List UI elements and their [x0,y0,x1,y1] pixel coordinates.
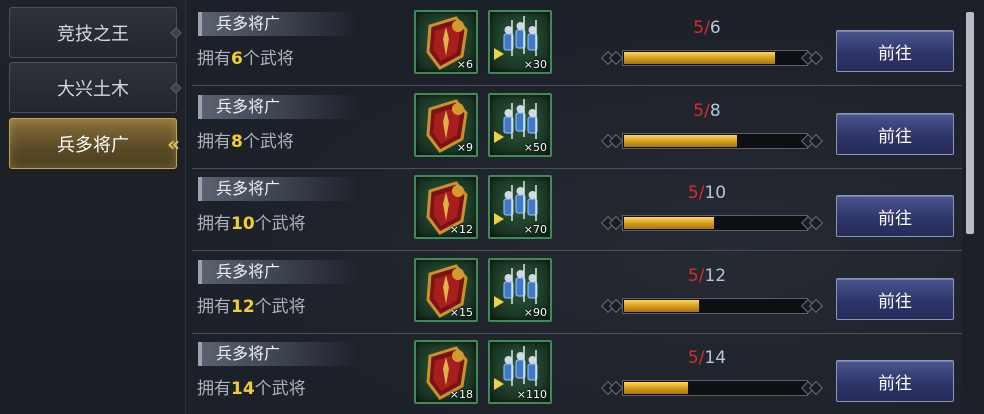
reward-troops-icon[interactable]: ×110 [488,340,552,404]
progress-fill [624,135,737,147]
progress-bar [622,133,808,149]
reward-count: ×15 [449,306,473,319]
reward-shield-icon[interactable]: ×18 [414,340,478,404]
reward-count: ×90 [523,306,547,319]
desc-suffix: 个武将 [254,379,306,399]
task-title: 兵多将广 [198,12,358,36]
progress-fill [624,52,776,64]
diamond-icon [170,81,182,94]
tab-label: 竞技之王 [57,23,129,45]
progress-total: 14 [704,348,727,368]
desc-number: 14 [231,379,255,399]
go-button[interactable]: 前往 [836,30,954,72]
desc-suffix: 个武将 [242,49,294,69]
desc-suffix: 个武将 [254,214,306,234]
desc-suffix: 个武将 [254,297,306,317]
desc-prefix: 拥有 [197,132,231,152]
tab-many-generals[interactable]: 兵多将广 « [9,118,180,169]
task-row: 兵多将广 拥有8个武将 ×9 ×50 5/8 前往 [192,89,962,169]
progress-bar [622,298,808,314]
progress-text: 5/8 [618,101,796,121]
progress-current: 5 [687,183,699,203]
desc-number: 8 [231,132,243,152]
go-button[interactable]: 前往 [836,360,954,402]
progress-current: 5 [687,348,699,368]
reward-shield-icon[interactable]: ×15 [414,258,478,322]
reward-count: ×18 [449,388,473,401]
desc-prefix: 拥有 [197,297,231,317]
tab-construction[interactable]: 大兴土木 [9,62,182,113]
task-row: 兵多将广 拥有12个武将 ×15 ×90 5/12 前往 [192,254,962,334]
reward-troops-icon[interactable]: ×70 [488,175,552,239]
go-button[interactable]: 前往 [836,113,954,155]
progress-total: 8 [709,101,721,121]
task-description: 拥有12个武将 [197,292,306,317]
progress-total: 10 [704,183,727,203]
reward-troops-icon[interactable]: ×90 [488,258,552,322]
progress-bar [622,50,808,66]
task-row: 兵多将广 拥有6个武将 ×6 ×30 5/6 前往 [192,6,962,86]
progress-text: 5/12 [618,266,796,286]
desc-prefix: 拥有 [197,214,231,234]
go-button[interactable]: 前往 [836,195,954,237]
reward-count: ×110 [516,388,547,401]
task-row: 兵多将广 拥有14个武将 ×18 ×110 5/14 前往 [192,336,962,414]
desc-suffix: 个武将 [242,132,294,152]
progress-current: 5 [693,18,705,38]
diamond-icon [170,26,182,39]
desc-number: 10 [231,214,255,234]
desc-number: 6 [231,49,243,69]
desc-prefix: 拥有 [197,49,231,69]
reward-troops-icon[interactable]: ×50 [488,93,552,157]
reward-shield-icon[interactable]: ×12 [414,175,478,239]
task-description: 拥有14个武将 [197,374,306,399]
task-description: 拥有8个武将 [197,127,294,152]
task-description: 拥有6个武将 [197,44,294,69]
reward-shield-icon[interactable]: ×6 [414,10,478,74]
scroll-thumb[interactable] [966,12,974,234]
progress-current: 5 [693,101,705,121]
progress-fill [624,382,688,394]
reward-shield-icon[interactable]: ×9 [414,93,478,157]
reward-count: ×9 [456,141,473,154]
scrollbar[interactable] [962,0,984,414]
progress-current: 5 [687,266,699,286]
reward-count: ×70 [523,223,547,236]
task-row: 兵多将广 拥有10个武将 ×12 ×70 5/10 前往 [192,171,962,251]
go-button[interactable]: 前往 [836,278,954,320]
tab-king-of-arena[interactable]: 竞技之王 [9,7,182,58]
tab-label: 大兴土木 [57,78,129,100]
progress-text: 5/10 [618,183,796,203]
reward-count: ×6 [456,58,473,71]
progress-bar [622,215,808,231]
task-list: 兵多将广 拥有6个武将 ×6 ×30 5/6 前往 兵多将广 拥有8个武将 ×9… [186,0,962,414]
progress-text: 5/14 [618,348,796,368]
desc-number: 12 [231,297,255,317]
desc-prefix: 拥有 [197,379,231,399]
reward-troops-icon[interactable]: ×30 [488,10,552,74]
progress-fill [624,217,714,229]
double-chevron-left-icon: « [167,131,180,156]
reward-count: ×50 [523,141,547,154]
task-description: 拥有10个武将 [197,209,306,234]
progress-total: 12 [704,266,727,286]
reward-count: ×30 [523,58,547,71]
task-title: 兵多将广 [198,342,358,366]
progress-text: 5/6 [618,18,796,38]
reward-count: ×12 [449,223,473,236]
progress-fill [624,300,699,312]
tab-label: 兵多将广 [57,134,129,156]
task-title: 兵多将广 [198,95,358,119]
progress-bar [622,380,808,396]
progress-total: 6 [709,18,721,38]
sidebar: 竞技之王 大兴土木 兵多将广 « [0,0,186,414]
task-title: 兵多将广 [198,177,358,201]
task-title: 兵多将广 [198,260,358,284]
